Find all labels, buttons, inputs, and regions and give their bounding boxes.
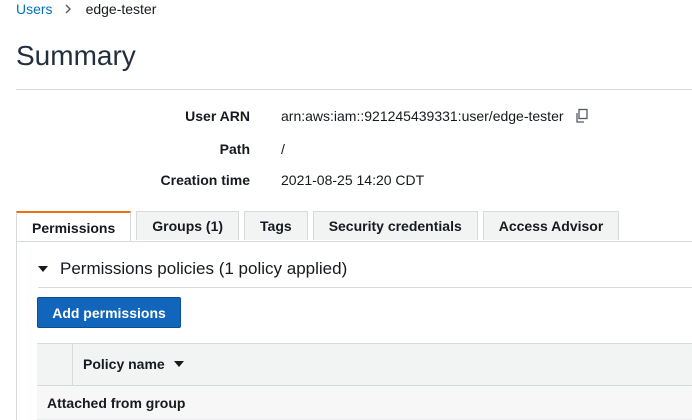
detail-row-creation-time: Creation time 2021-08-25 14:20 CDT: [0, 172, 692, 194]
creation-time-value: 2021-08-25 14:20 CDT: [281, 172, 425, 188]
user-arn-value: arn:aws:iam::921245439331:user/edge-test…: [281, 108, 564, 124]
table-header: Policy name: [37, 343, 692, 386]
chevron-right-icon: [65, 4, 71, 14]
tab-permissions[interactable]: Permissions: [16, 211, 132, 242]
permissions-policies-toggle[interactable]: Permissions policies (1 policy applied): [38, 259, 347, 279]
detail-row-user-arn: User ARN arn:aws:iam::921245439331:user/…: [0, 108, 692, 130]
tab-tags[interactable]: Tags: [244, 211, 308, 240]
user-arn-value-wrap: arn:aws:iam::921245439331:user/edge-test…: [281, 108, 590, 124]
caret-down-icon: [38, 266, 48, 272]
path-value: /: [281, 141, 285, 157]
detail-row-path: Path /: [0, 141, 692, 163]
tab-security-credentials[interactable]: Security credentials: [312, 211, 478, 240]
breadcrumb-users-link[interactable]: Users: [16, 1, 53, 17]
user-arn-label: User ARN: [185, 108, 250, 124]
column-header-policy-name[interactable]: Policy name: [83, 356, 184, 372]
copy-icon[interactable]: [574, 108, 590, 124]
breadcrumb-current: edge-tester: [85, 1, 157, 17]
permissions-policies-title: Permissions policies (1 policy applied): [60, 259, 348, 278]
table-group-row: Attached from group: [37, 386, 692, 420]
column-header-label: Policy name: [83, 356, 165, 372]
select-column-divider: [72, 344, 73, 385]
path-label: Path: [219, 141, 250, 157]
sort-down-icon: [173, 361, 184, 367]
tab-access-advisor[interactable]: Access Advisor: [482, 211, 620, 240]
tab-bar: Permissions Groups (1) Tags Security cre…: [16, 211, 624, 242]
tab-panel-border: [16, 241, 17, 420]
add-permissions-button[interactable]: Add permissions: [37, 297, 181, 328]
page-title: Summary: [16, 40, 136, 71]
section-divider: [38, 287, 692, 288]
creation-time-label: Creation time: [160, 172, 250, 188]
breadcrumb: Users edge-tester: [16, 0, 156, 18]
tab-groups[interactable]: Groups (1): [136, 211, 240, 240]
group-row-label: Attached from group: [47, 395, 186, 411]
title-divider: [16, 89, 692, 90]
tabs-divider: [16, 241, 692, 242]
